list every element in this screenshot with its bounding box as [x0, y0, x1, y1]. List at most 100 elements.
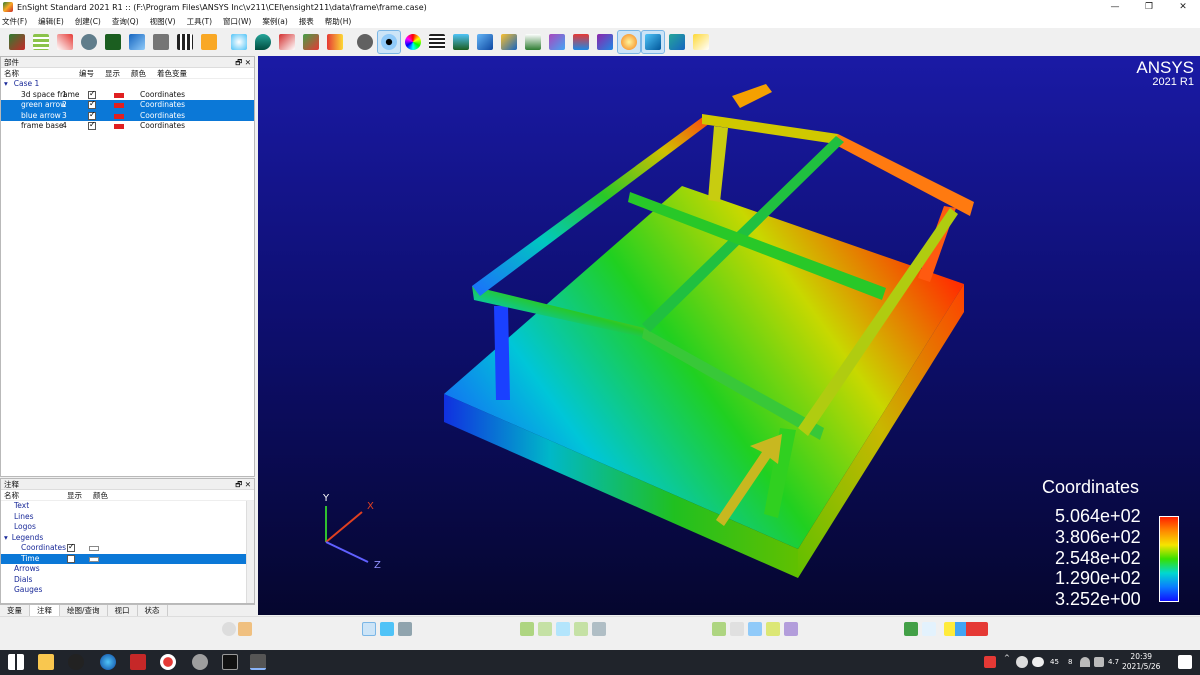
highlight-mode-icon[interactable] — [362, 622, 376, 636]
header-color[interactable]: 颜色 — [131, 68, 157, 78]
move-icon[interactable] — [538, 622, 552, 636]
volume-icon[interactable] — [1094, 657, 1104, 667]
cube-mode-icon[interactable] — [380, 622, 394, 636]
solid-cube-tool-button[interactable] — [641, 30, 665, 54]
legends-expand-icon[interactable]: ▾ — [1, 533, 8, 544]
vector-tool-button[interactable] — [300, 31, 322, 53]
shading-tool-button[interactable] — [474, 31, 496, 53]
menu-file[interactable]: 文件(F) — [2, 16, 27, 27]
minimize-button[interactable]: — — [1098, 0, 1132, 14]
record-icon[interactable] — [222, 622, 236, 636]
clip-tool-button[interactable] — [276, 31, 298, 53]
particle-trace-tool-button[interactable] — [252, 31, 274, 53]
menu-edit[interactable]: 编辑(E) — [38, 16, 64, 27]
annotation-item[interactable]: Time — [1, 553, 254, 564]
case-tree-node[interactable]: ▾ Case 1 — [1, 79, 254, 90]
gear-tool-button[interactable] — [354, 31, 376, 53]
line-style-tool-button[interactable] — [426, 31, 448, 53]
wifi-icon[interactable] — [1080, 657, 1090, 667]
menu-view[interactable]: 视图(V) — [150, 16, 176, 27]
annotation-header-name[interactable]: 名称 — [1, 490, 67, 500]
part-visible-checkbox[interactable] — [88, 110, 96, 120]
light-icon[interactable] — [784, 622, 798, 636]
annotation-header-color[interactable]: 颜色 — [93, 490, 123, 500]
terminal-icon[interactable] — [222, 654, 238, 670]
part-color-swatch[interactable] — [114, 113, 124, 119]
tab-0[interactable]: 变量 — [0, 605, 30, 616]
lighting-tool-button[interactable] — [498, 31, 520, 53]
legend-color-swatch[interactable] — [89, 546, 99, 551]
annotation-header-visible[interactable]: 显示 — [67, 490, 93, 500]
part-row[interactable]: 3d space frame1Coordinates — [1, 89, 254, 101]
annotation-scrollbar[interactable] — [246, 501, 254, 603]
info-icon[interactable] — [904, 622, 918, 636]
annotation-item[interactable]: Lines — [1, 512, 254, 523]
tab-4[interactable]: 状态 — [138, 605, 168, 616]
label-tool-button[interactable] — [570, 31, 592, 53]
query-tool-button[interactable] — [78, 31, 100, 53]
flipbook-tool-button[interactable] — [102, 31, 124, 53]
menu-tools[interactable]: 工具(T) — [187, 16, 212, 27]
book-tool-button[interactable] — [150, 31, 172, 53]
menu-report[interactable]: 报表 — [299, 16, 314, 27]
streamline-tool-button[interactable] — [324, 31, 346, 53]
refresh-icon[interactable] — [766, 622, 780, 636]
part-color-swatch[interactable] — [114, 92, 124, 98]
record-app-icon[interactable] — [160, 654, 176, 670]
plot-tool-button[interactable] — [54, 31, 76, 53]
part-row[interactable]: blue arrow3Coordinates — [1, 110, 254, 121]
expand-arrow-icon[interactable]: ▾ — [1, 79, 8, 90]
highlight-tool-button[interactable] — [617, 30, 641, 54]
transform-tool-button[interactable] — [594, 31, 616, 53]
view-reset-icon[interactable] — [748, 622, 762, 636]
annotation-item[interactable]: Text — [1, 501, 254, 512]
menu-help[interactable]: 帮助(H) — [325, 16, 352, 27]
header-name[interactable]: 名称 — [1, 68, 79, 78]
annotation-item[interactable]: Arrows — [1, 564, 254, 575]
sogou-ime-icon[interactable] — [984, 656, 996, 668]
lightning-tool-button[interactable] — [690, 31, 712, 53]
tab-1[interactable]: 注释 — [30, 605, 60, 616]
settings-mode-icon[interactable] — [398, 622, 412, 636]
qq-icon[interactable] — [68, 654, 84, 670]
mesh-tool-button[interactable] — [546, 31, 568, 53]
rotate-icon[interactable] — [556, 622, 570, 636]
taskbar-clock[interactable]: 20:39 2021/5/26 — [1122, 652, 1160, 672]
color-palette-tool-button[interactable] — [402, 31, 424, 53]
annotation-item[interactable]: Logos — [1, 522, 254, 533]
legend-visible-checkbox[interactable] — [67, 542, 75, 553]
zy-app-icon[interactable] — [130, 654, 146, 670]
annotation-item[interactable]: Dials — [1, 575, 254, 586]
part-visible-checkbox[interactable] — [88, 120, 96, 131]
annotation-item[interactable]: Coordinates — [1, 542, 254, 554]
notification-icon[interactable] — [1178, 655, 1192, 669]
parts-tool-button[interactable] — [6, 31, 28, 53]
color-palette-icon[interactable] — [944, 622, 988, 636]
pointer-icon[interactable] — [238, 622, 252, 636]
probe-icon[interactable] — [712, 622, 726, 636]
graphics-viewport[interactable]: Y X Z ANSYS 2021 R1 Coordinates 5.064e+0… — [258, 56, 1200, 615]
tray-app-icon[interactable] — [1016, 656, 1028, 668]
part-visible-checkbox[interactable] — [88, 99, 96, 110]
header-variable[interactable]: 着色变量 — [157, 68, 247, 78]
menu-create[interactable]: 创建(C) — [75, 16, 101, 27]
visibility-tool-button[interactable] — [377, 30, 401, 54]
file-explorer-icon[interactable] — [38, 654, 54, 670]
restore-button[interactable]: ❐ — [1132, 0, 1166, 14]
image-tool-button[interactable] — [450, 31, 472, 53]
pick-icon[interactable] — [592, 622, 606, 636]
tray-up-arrow-icon[interactable]: ^ — [1004, 654, 1010, 662]
tab-3[interactable]: 视口 — [108, 605, 138, 616]
close-button[interactable]: ✕ — [1166, 0, 1200, 14]
menu-query[interactable]: 查询(Q) — [112, 16, 139, 27]
part-row[interactable]: green arrow2Coordinates — [1, 99, 254, 111]
menu-window[interactable]: 窗口(W) — [223, 16, 251, 27]
settings-app-icon[interactable] — [192, 654, 208, 670]
part-color-swatch[interactable] — [114, 103, 124, 108]
calculator-tool-button[interactable] — [198, 31, 220, 53]
ensight-taskbar-icon[interactable] — [250, 654, 266, 670]
edge-icon[interactable] — [100, 654, 116, 670]
bookmark-icon[interactable] — [730, 622, 744, 636]
movie-tool-button[interactable] — [174, 31, 196, 53]
tab-2[interactable]: 绘图/查询 — [60, 605, 108, 616]
